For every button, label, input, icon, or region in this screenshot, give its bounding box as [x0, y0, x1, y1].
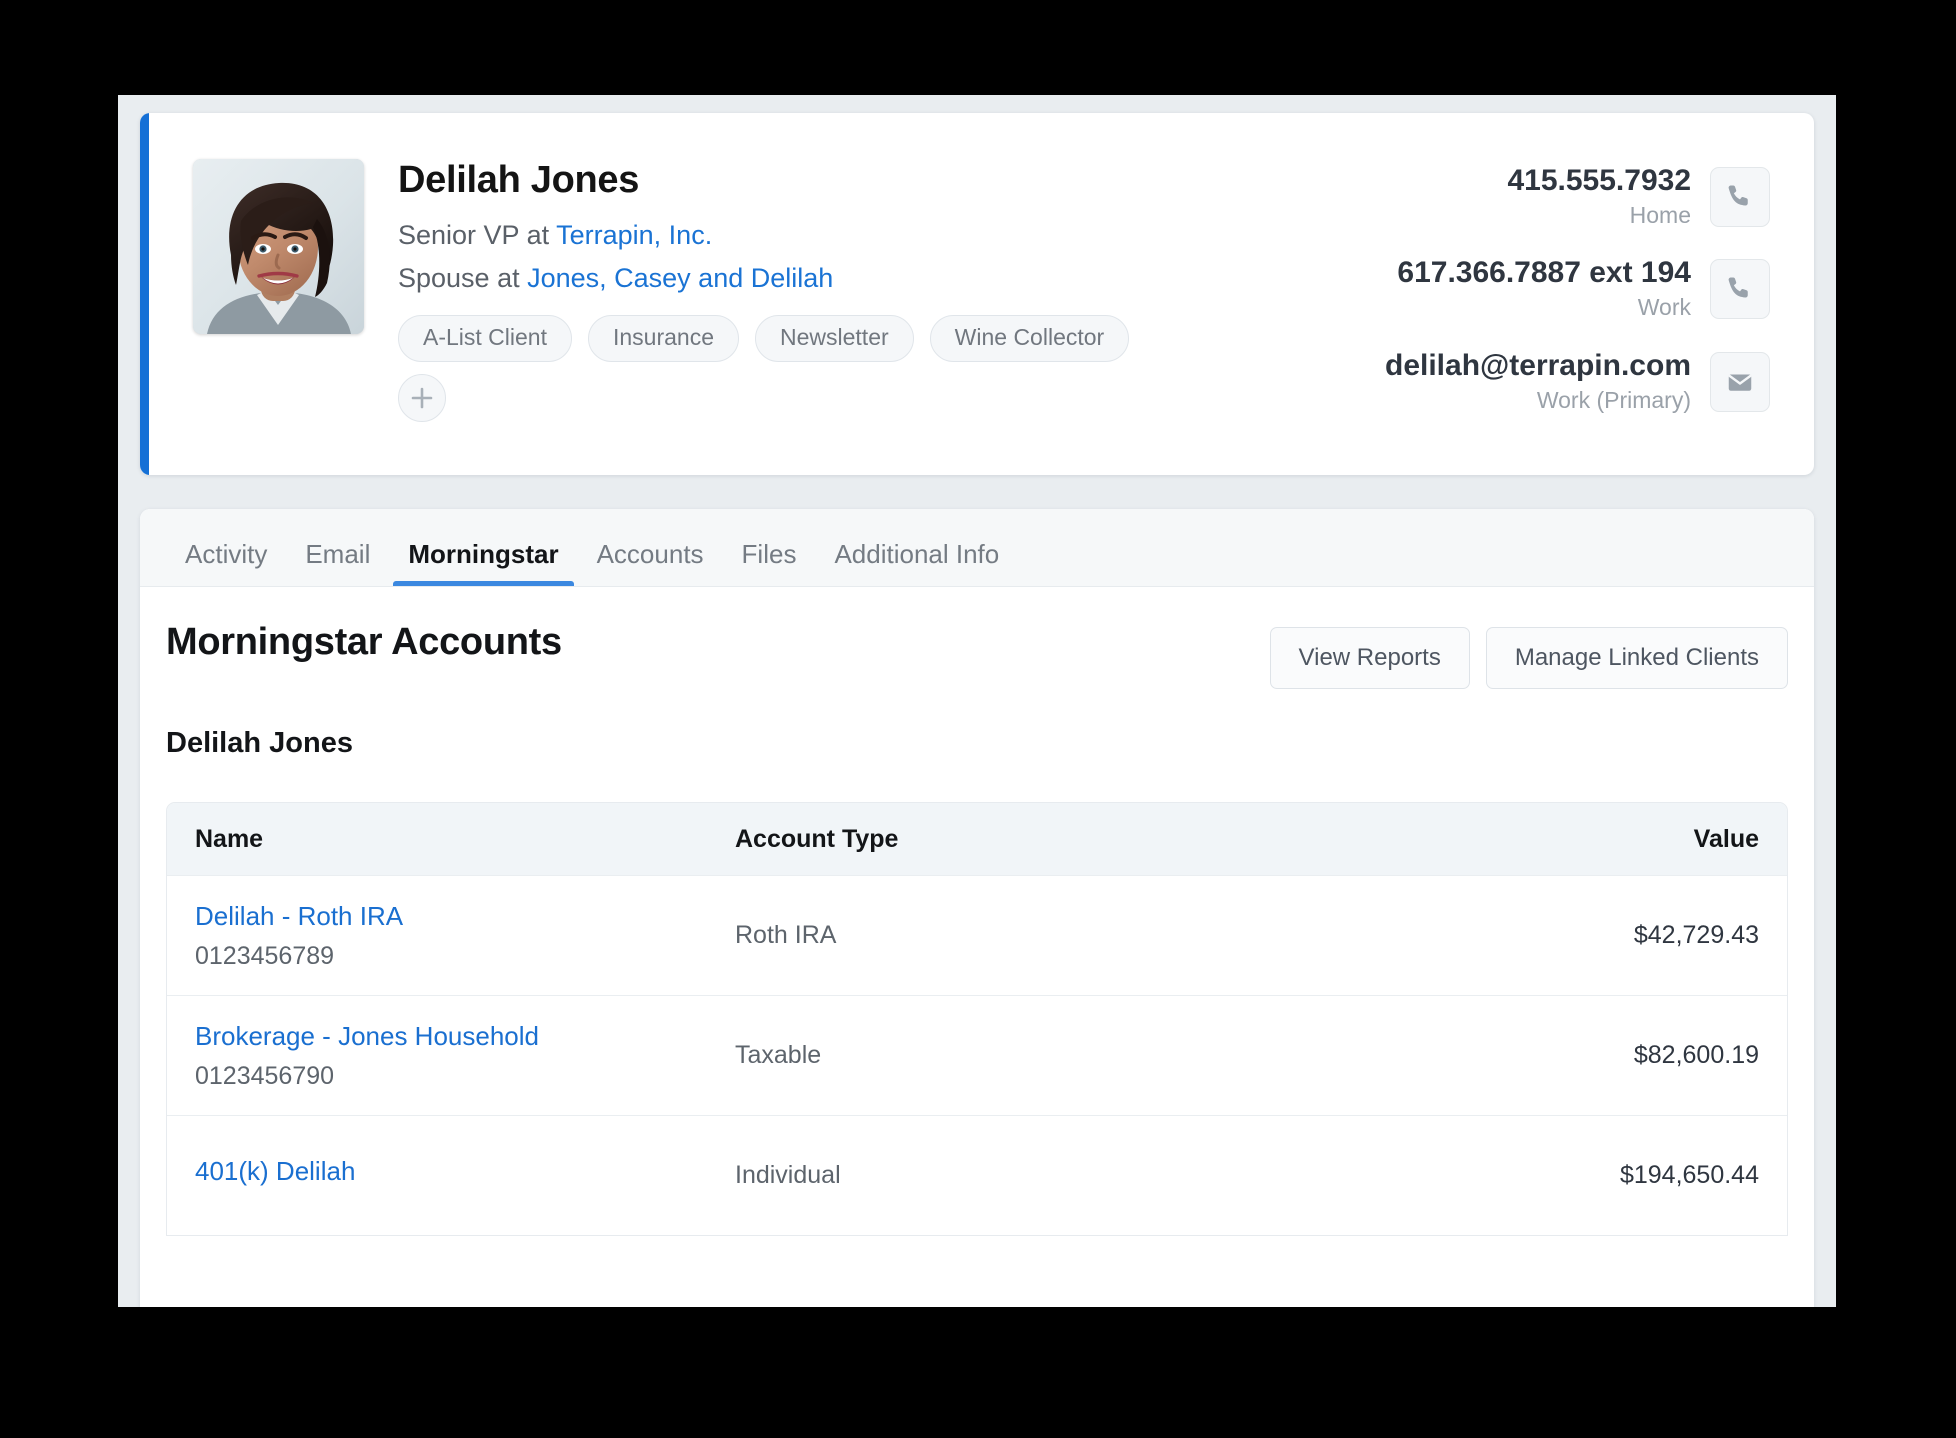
account-value: $194,650.44: [1619, 1161, 1759, 1189]
phone-number: 617.366.7887 ext 194: [1397, 256, 1691, 290]
tab-additional-info[interactable]: Additional Info: [815, 539, 1018, 586]
call-home-button[interactable]: [1710, 166, 1770, 227]
column-header-value: Value: [1693, 824, 1759, 853]
account-value: $42,729.43: [1633, 921, 1759, 949]
relationship-prefix-1: Senior VP at: [398, 219, 557, 250]
morningstar-panel: Morningstar Accounts View Reports Manage…: [140, 587, 1814, 1236]
plus-icon: [411, 387, 433, 409]
client-name-subheading: Delilah Jones: [166, 727, 353, 759]
email-icon: [1728, 374, 1752, 391]
account-type: Taxable: [735, 1041, 822, 1069]
manage-linked-clients-button[interactable]: Manage Linked Clients: [1485, 627, 1788, 689]
tag-chip[interactable]: Newsletter: [755, 315, 914, 363]
account-value: $82,600.19: [1633, 1041, 1759, 1069]
account-name-link[interactable]: Brokerage - Jones Household: [195, 1020, 679, 1053]
phone-number: 415.555.7932: [1507, 164, 1691, 197]
column-header-account-type: Account Type: [735, 824, 899, 853]
call-work-button[interactable]: [1710, 259, 1770, 320]
tab-accounts[interactable]: Accounts: [578, 539, 723, 586]
tag-chip[interactable]: Wine Collector: [929, 315, 1130, 363]
account-name-link[interactable]: Delilah - Roth IRA: [195, 900, 679, 933]
table-header-row: Name Account Type Value: [167, 803, 1787, 876]
tab-activity[interactable]: Activity: [166, 539, 286, 586]
account-type: Roth IRA: [735, 921, 837, 949]
tab-bar: Activity Email Morningstar Accounts File…: [140, 509, 1814, 587]
add-tag-button[interactable]: [398, 374, 446, 423]
email-address: delilah@terrapin.com: [1385, 348, 1691, 382]
table-row[interactable]: Brokerage - Jones Household 0123456790 T…: [167, 996, 1787, 1116]
tag-chip[interactable]: A-List Client: [398, 315, 572, 363]
detail-card: Activity Email Morningstar Accounts File…: [140, 509, 1814, 1307]
app-viewport: Delilah Jones Senior VP at Terrapin, Inc…: [118, 95, 1836, 1307]
company-link[interactable]: Terrapin, Inc.: [556, 220, 712, 250]
column-header-name: Name: [195, 824, 264, 853]
account-name-link[interactable]: 401(k) Delilah: [195, 1155, 679, 1188]
phone-icon: [1728, 277, 1748, 298]
tab-email[interactable]: Email: [286, 539, 389, 586]
phone-label: Work: [1637, 294, 1691, 321]
tag-chip[interactable]: Insurance: [587, 315, 739, 363]
account-type: Individual: [735, 1161, 841, 1189]
card-accent-bar: [140, 113, 149, 475]
send-email-button[interactable]: [1710, 351, 1770, 412]
account-number: 0123456789: [195, 941, 335, 970]
tab-morningstar[interactable]: Morningstar: [389, 539, 577, 586]
view-reports-button[interactable]: View Reports: [1269, 627, 1470, 689]
contact-row-email: delilah@terrapin.com Work (Primary): [1385, 348, 1770, 415]
identity-block: Delilah Jones Senior VP at Terrapin, Inc…: [364, 159, 1385, 475]
contact-header-card: Delilah Jones Senior VP at Terrapin, Inc…: [140, 113, 1814, 475]
table-row[interactable]: 401(k) Delilah Individual $194,650.44: [167, 1116, 1787, 1235]
accounts-table: Name Account Type Value Delilah - Roth I…: [166, 802, 1788, 1236]
contact-row-work-phone: 617.366.7887 ext 194 Work: [1385, 255, 1770, 322]
relationship-line-1: Senior VP at Terrapin, Inc.: [398, 214, 1385, 258]
table-row[interactable]: Delilah - Roth IRA 0123456789 Roth IRA $…: [167, 876, 1787, 996]
contact-methods: 415.555.7932 Home 617.366.7887 ext 194 W…: [1385, 159, 1770, 475]
section-title: Morningstar Accounts: [166, 621, 562, 663]
household-link[interactable]: Jones, Casey and Delilah: [527, 263, 833, 293]
tab-files[interactable]: Files: [723, 539, 816, 586]
contact-row-home-phone: 415.555.7932 Home: [1385, 163, 1770, 230]
relationship-line-2: Spouse at Jones, Casey and Delilah: [398, 257, 1385, 301]
account-number: 0123456790: [195, 1061, 335, 1090]
panel-action-group: View Reports Manage Linked Clients: [1269, 621, 1788, 689]
tag-list: A-List Client Insurance Newsletter Wine …: [398, 315, 1158, 423]
relationship-prefix-2: Spouse at: [398, 263, 528, 294]
phone-icon: [1728, 185, 1748, 206]
page-title: Delilah Jones: [398, 159, 640, 201]
email-label: Work (Primary): [1536, 386, 1691, 413]
avatar: [193, 159, 364, 334]
phone-label: Home: [1629, 201, 1691, 228]
